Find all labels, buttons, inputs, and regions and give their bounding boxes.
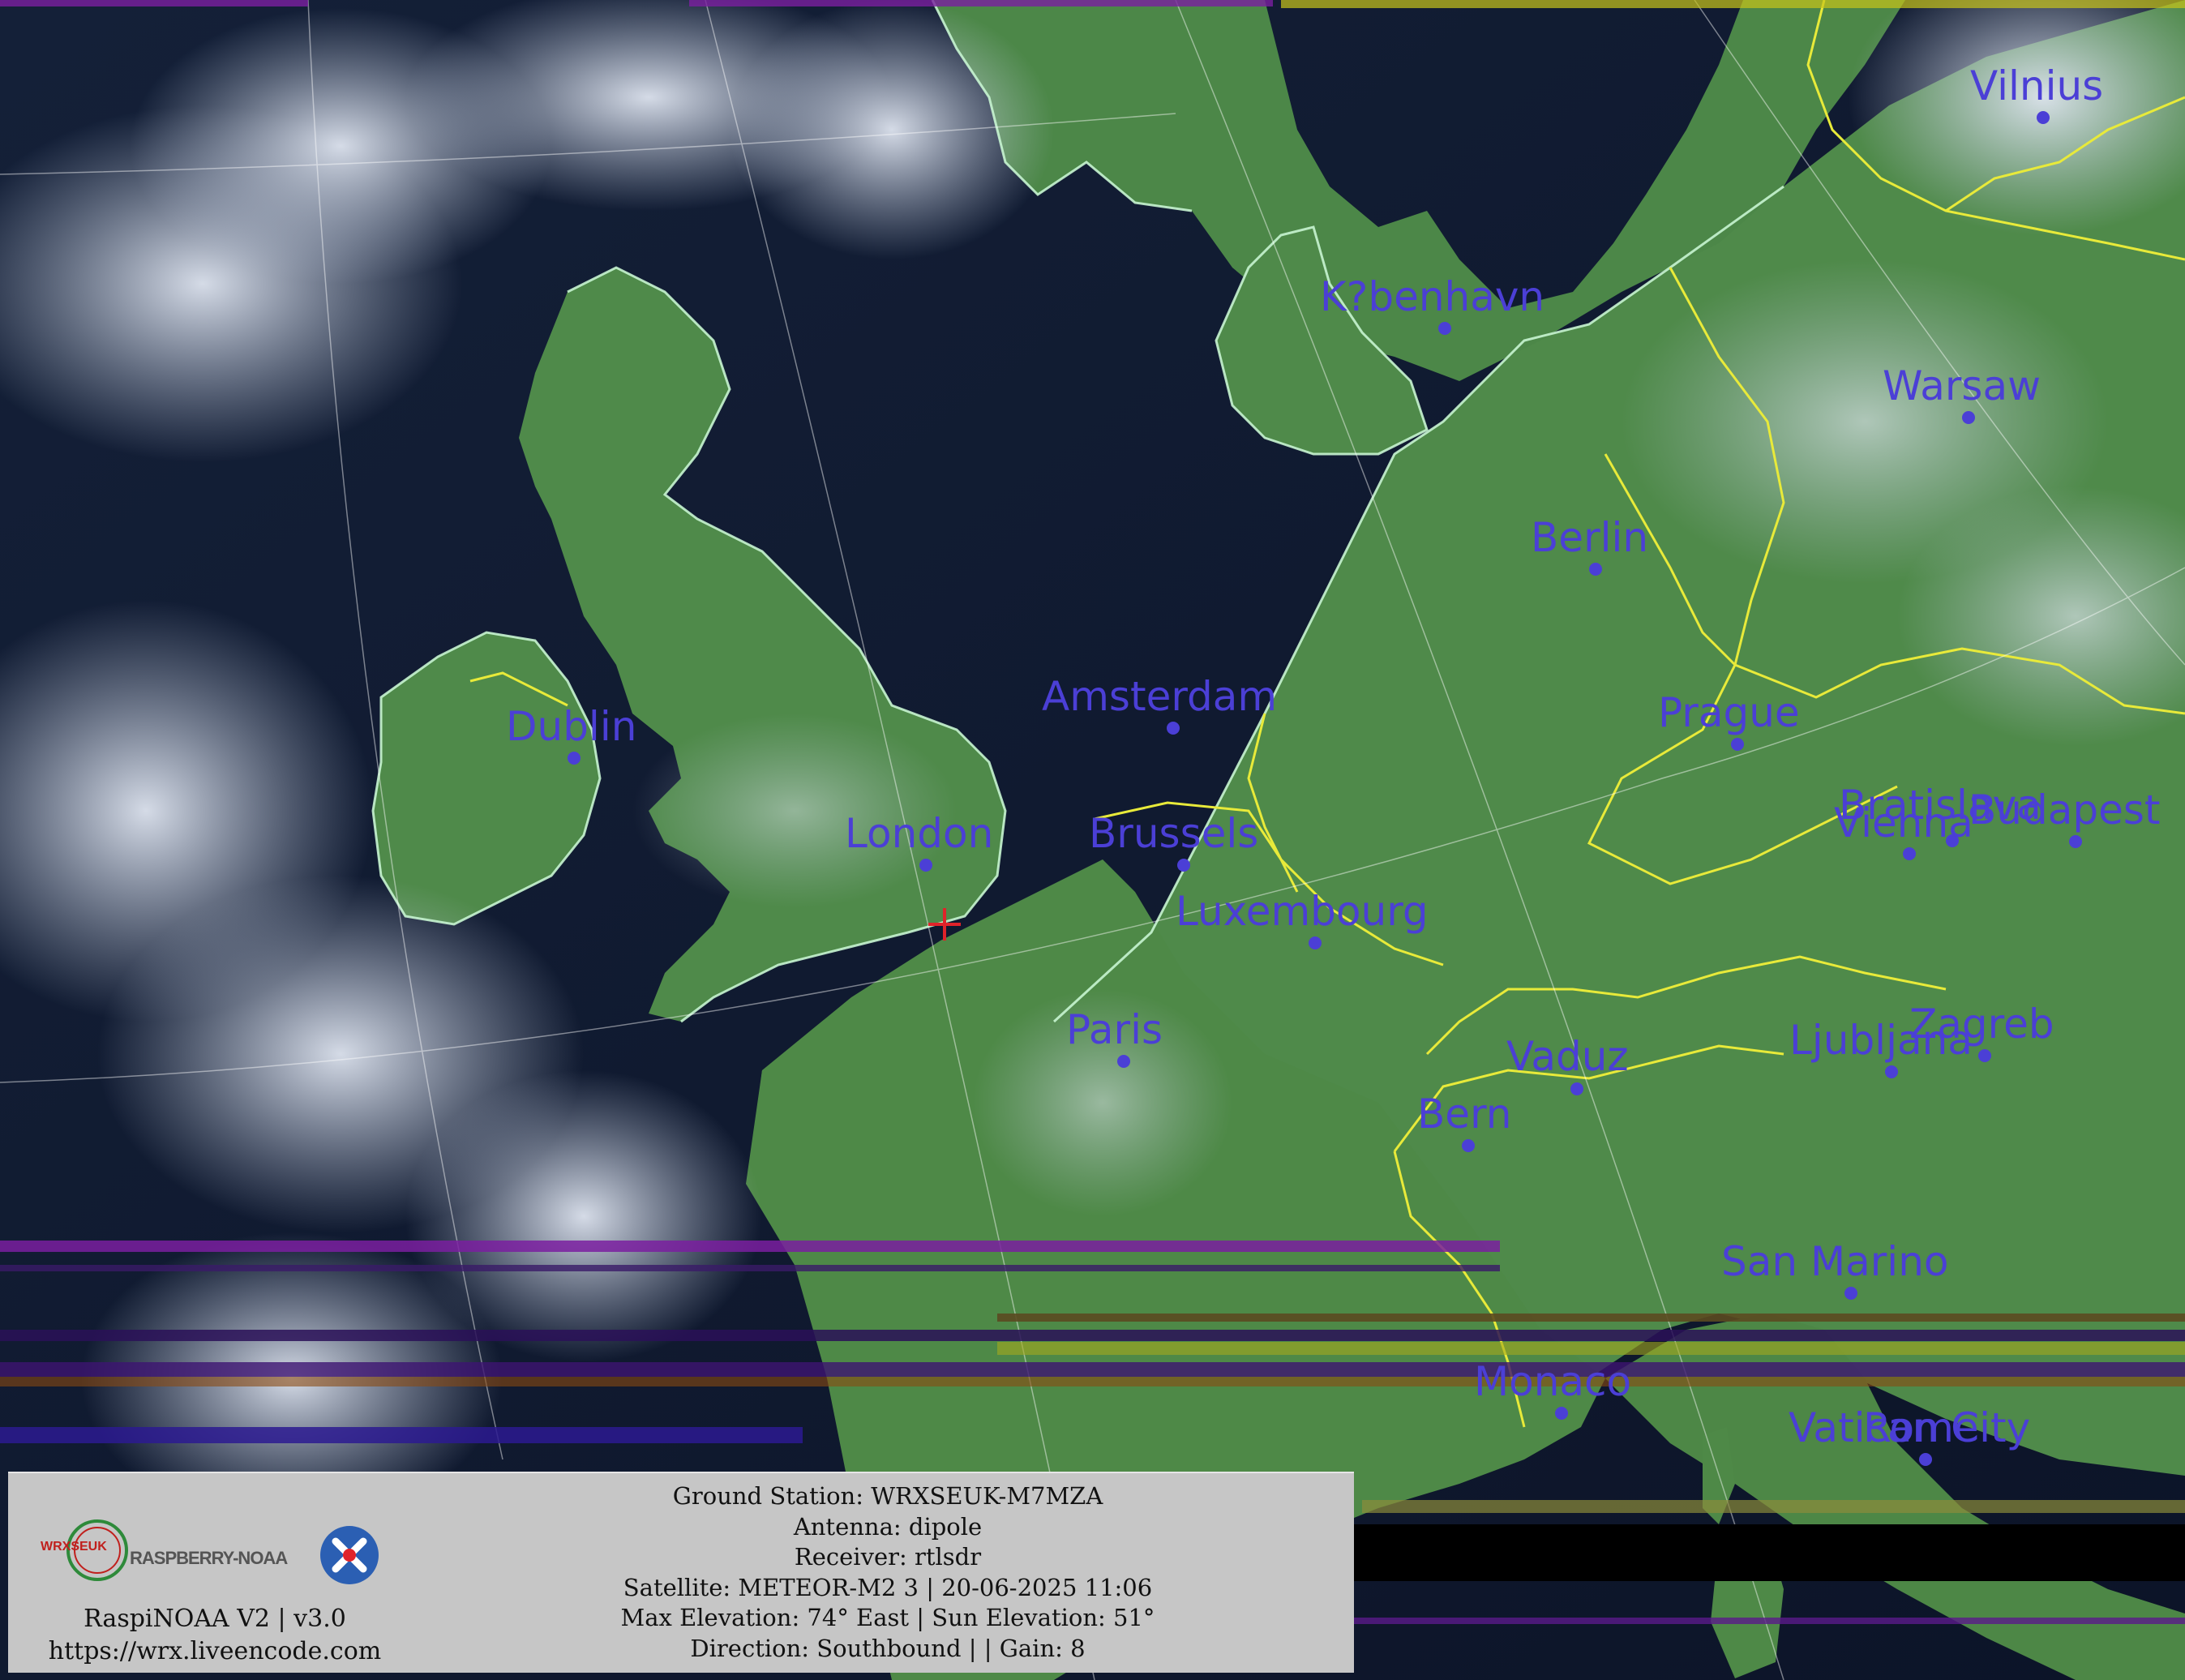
city-label-brussels: Brussels [1089, 810, 1258, 857]
site-url[interactable]: https://wrx.liveencode.com [32, 1635, 397, 1668]
city-label-rome: Rome [1863, 1404, 1979, 1451]
city-dot-vaduz [1570, 1082, 1583, 1095]
city-dot-vatican-city [1919, 1453, 1932, 1466]
city-label-london: London [845, 810, 993, 857]
satellite-x-icon [320, 1526, 379, 1584]
pass-info-panel: WRXSEUK RASPBERRY-NOAA RaspiNOAA V2 | v3… [8, 1472, 1354, 1673]
city-label-warsaw: Warsaw [1883, 362, 2041, 409]
elevation-line: Max Elevation: 74° East | Sun Elevation:… [620, 1604, 1155, 1631]
antenna-line: Antenna: dipole [793, 1512, 983, 1541]
city-label-luxembourg: Luxembourg [1176, 888, 1429, 935]
city-dot-vienna [1903, 847, 1916, 860]
satellite-map: Vilnius K?benhavn Warsaw Berlin Amsterda… [0, 0, 2185, 1680]
city-dot-paris [1117, 1055, 1130, 1068]
city-dot-amsterdam [1167, 722, 1180, 735]
city-label-paris: Paris [1066, 1006, 1163, 1053]
city-dot-brussels [1177, 859, 1190, 872]
city-dot-london [919, 859, 932, 872]
city-dot-ljubljana [1885, 1065, 1898, 1078]
city-label-vilnius: Vilnius [1970, 62, 2103, 109]
city-label-berlin: Berlin [1531, 514, 1648, 561]
city-dot-zagreb [1978, 1049, 1991, 1062]
city-label-vienna: Vienna [1834, 799, 1973, 846]
brand-version-line: RaspiNOAA V2 | v3.0 [84, 1605, 346, 1633]
pass-details: Ground Station: WRXSEUK-M7MZA Antenna: d… [462, 1481, 1313, 1664]
city-label-bern: Bern [1417, 1091, 1511, 1138]
city-label-vaduz: Vaduz [1506, 1033, 1629, 1080]
city-label-monaco: Monaco [1474, 1358, 1631, 1405]
city-dot-san-marino [1844, 1287, 1857, 1300]
raspberry-noaa-logo: WRXSEUK RASPBERRY-NOAA RaspiNOAA V2 | v3… [32, 1506, 381, 1668]
city-label-prague: Prague [1658, 689, 1800, 736]
city-dot-vilnius [2037, 111, 2050, 124]
city-dot-bern [1462, 1139, 1475, 1152]
city-label-amsterdam: Amsterdam [1042, 673, 1277, 720]
city-label-ljubljana: Ljubljana [1789, 1017, 1973, 1064]
satellite-image-viewer: Vilnius K?benhavn Warsaw Berlin Amsterda… [0, 0, 2185, 1680]
direction-gain-line: Direction: Southbound | | Gain: 8 [690, 1634, 1086, 1662]
city-dot-monaco [1555, 1407, 1568, 1420]
footer-brand: RaspiNOAA V2 | v3.0 https://wrx.liveenco… [32, 1603, 397, 1668]
receiver-line: Receiver: rtlsdr [794, 1543, 982, 1571]
city-dot-warsaw [1962, 411, 1975, 424]
city-dot-luxembourg [1309, 936, 1322, 949]
city-label-dublin: Dublin [506, 703, 636, 750]
logo-wrxseuk-text: WRXSEUK [41, 1540, 107, 1554]
city-dot-kobenhavn [1438, 322, 1451, 335]
city-label-budapest: Budapest [1969, 786, 2161, 834]
city-label-kobenhavn: K?benhavn [1320, 273, 1544, 320]
city-dot-prague [1731, 738, 1744, 751]
satellite-line: Satellite: METEOR-M2 3 | 20-06-2025 11:0… [623, 1573, 1153, 1601]
city-dot-budapest [2069, 835, 2082, 848]
city-dot-berlin [1589, 563, 1602, 576]
ground-station-line: Ground Station: WRXSEUK-M7MZA [672, 1482, 1103, 1510]
logo-brand-text: RASPBERRY-NOAA [130, 1548, 288, 1568]
city-label-san-marino: San Marino [1721, 1238, 1948, 1285]
city-dot-dublin [568, 752, 581, 765]
